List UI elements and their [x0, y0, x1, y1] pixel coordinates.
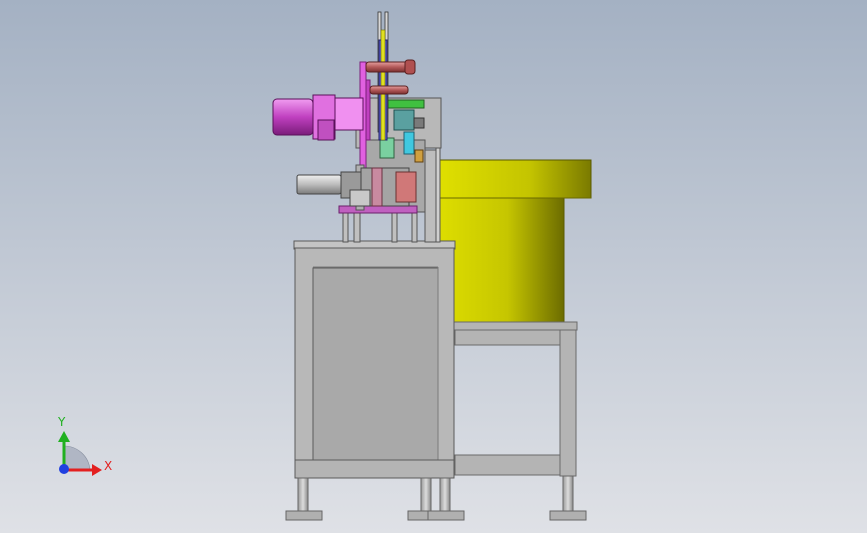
main-cabinet[interactable]: [293, 240, 456, 479]
viewport-canvas[interactable]: Y X: [0, 0, 867, 533]
x-axis-label: X: [104, 459, 112, 473]
y-axis-label: Y: [57, 415, 66, 429]
cad-viewport[interactable]: Y X: [0, 0, 867, 533]
z-axis-dot-icon: [59, 464, 69, 474]
